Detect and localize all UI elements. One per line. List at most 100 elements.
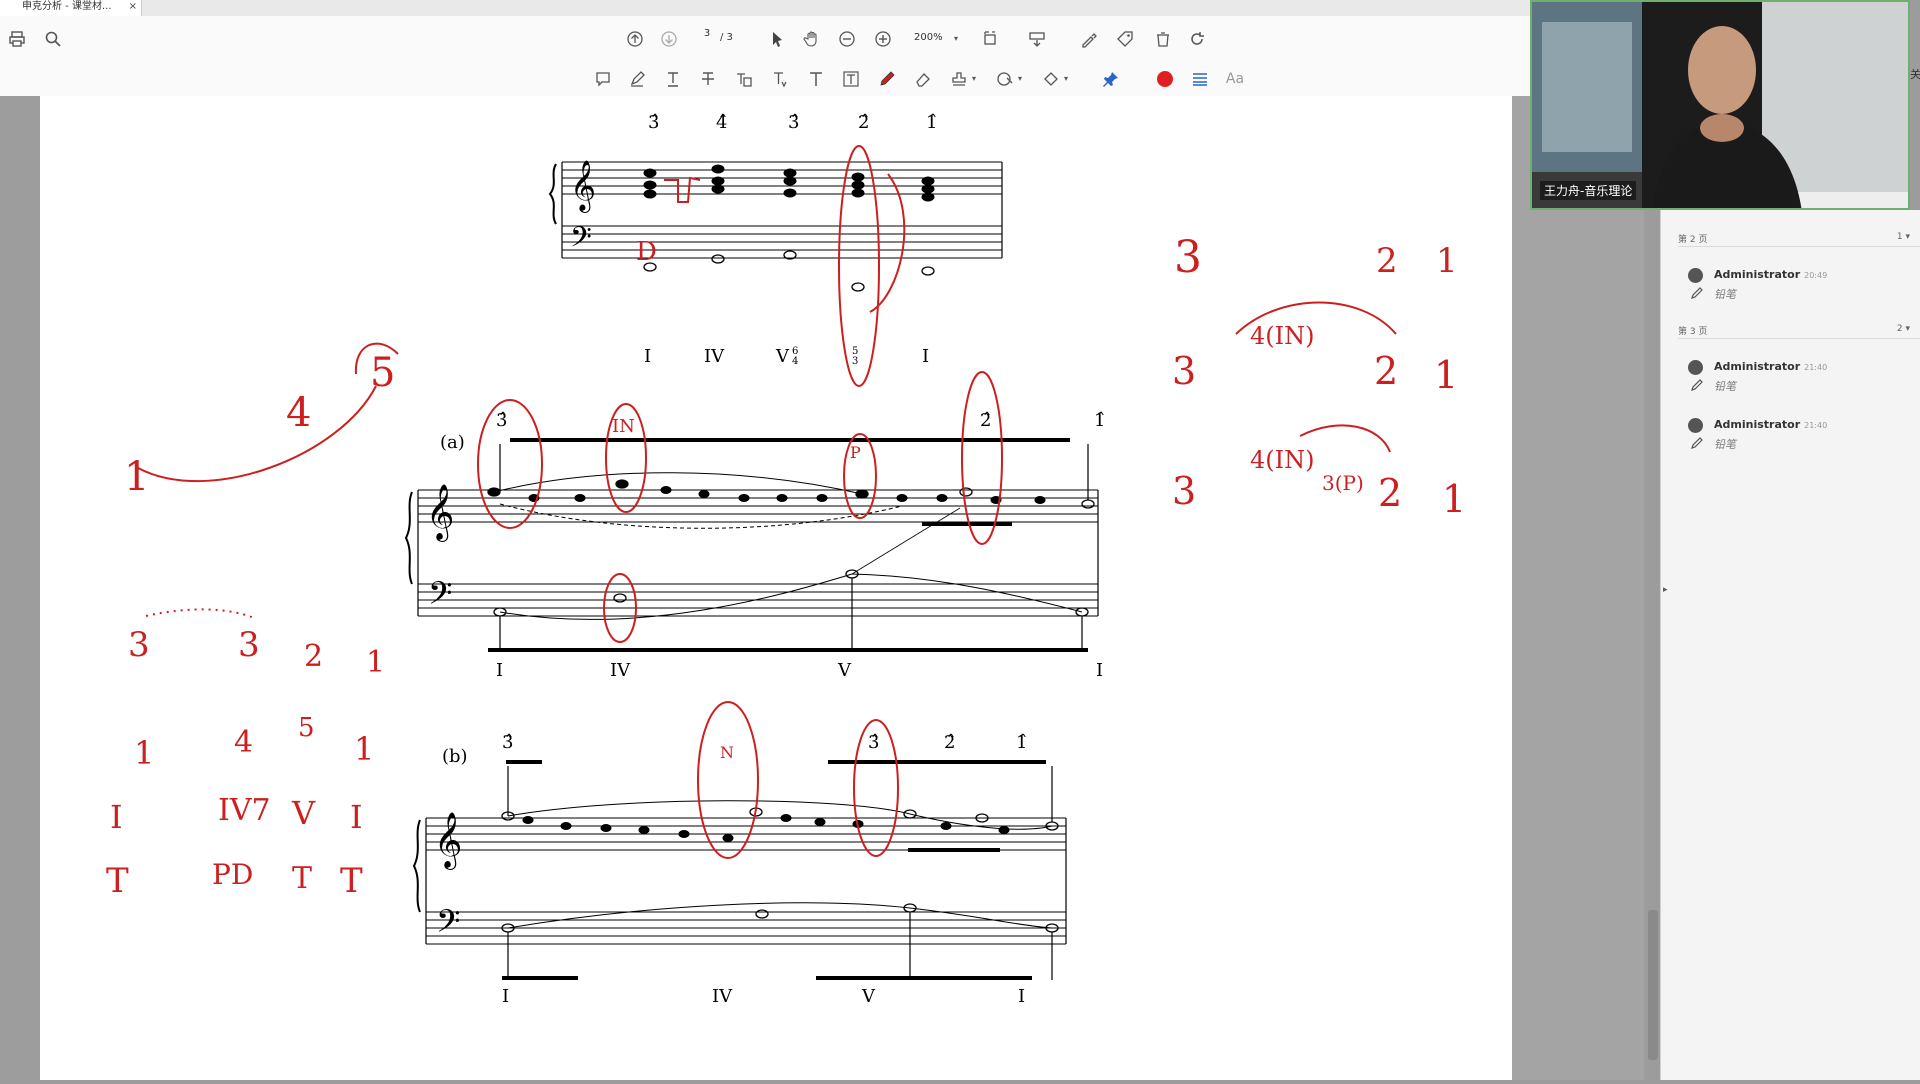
degree-label: 2̂	[980, 410, 991, 431]
roman-numeral: IV	[704, 346, 725, 367]
ink-text: 2	[1376, 241, 1398, 281]
vertical-scrollbar[interactable]	[1648, 910, 1658, 1060]
comment-type: 铅笔	[1714, 438, 1736, 451]
pencil-icon[interactable]	[876, 68, 898, 90]
pencil-icon	[1691, 437, 1703, 449]
comment-icon[interactable]	[592, 68, 614, 90]
zoom-in-icon[interactable]	[872, 28, 894, 50]
comment-type: 铅笔	[1714, 288, 1736, 301]
comment-item[interactable]: Administrator 20:49 铅笔	[1688, 268, 1918, 304]
webcam-feed[interactable]: 王力舟-音乐理论	[1530, 0, 1910, 210]
system-3-hollow-notes	[501, 766, 1059, 980]
sign-icon[interactable]	[1078, 28, 1100, 50]
comment-time: 21:40	[1804, 363, 1828, 372]
ink-text: IV7	[218, 793, 271, 828]
hand-tool-icon[interactable]	[801, 28, 823, 50]
page-number-input[interactable]: 3	[694, 28, 720, 48]
select-arrow-icon[interactable]	[766, 28, 788, 50]
collapse-panel-icon[interactable]: ▸	[1663, 585, 1668, 595]
text-field-icon[interactable]	[840, 68, 862, 90]
document-tab[interactable]: 申克分析 - 课堂材... ×	[0, 0, 142, 16]
zoom-search-icon[interactable]	[42, 28, 64, 50]
degree-label: 1̂	[1094, 410, 1105, 431]
score-canvas: 𝄞 𝄢 𝄞 𝄢 𝄞 𝄢 3̂ 4̂ 3̂ 2̂ 1̂ I IV V I 6 4 …	[106, 112, 1466, 1007]
roman-numeral: I	[1096, 660, 1103, 681]
roman-numeral: I	[644, 346, 651, 367]
ink-text: PD	[212, 858, 253, 891]
system-2-staves	[404, 438, 1099, 652]
text-insert-icon[interactable]	[769, 68, 791, 90]
user-avatar-icon	[1688, 418, 1703, 433]
ink-text: 1	[354, 730, 374, 768]
roman-numeral: IV	[610, 660, 631, 681]
bass-clef-icon: 𝄢	[570, 221, 592, 261]
ink-text: 4	[234, 725, 253, 760]
trash-icon[interactable]	[1152, 28, 1174, 50]
system-2-hollow-notes	[487, 444, 1095, 652]
comment-section-page2[interactable]: 第 2 页 1 ▾	[1678, 232, 1920, 247]
user-avatar-icon	[1688, 360, 1703, 375]
pencil-icon	[1691, 287, 1703, 299]
line-width-icon[interactable]	[1189, 68, 1211, 90]
degree-label: 3̂	[496, 410, 507, 431]
text-box-icon[interactable]	[733, 68, 755, 90]
strikethrough-text-icon[interactable]	[697, 68, 719, 90]
next-page-icon[interactable]	[658, 28, 680, 50]
ink-text: 1	[1442, 477, 1466, 521]
comment-type: 铅笔	[1714, 380, 1736, 393]
example-label: (a)	[440, 432, 465, 453]
degree-label: 3̂	[502, 732, 513, 753]
refresh-icon[interactable]	[1186, 28, 1208, 50]
ink-text: 3	[1172, 469, 1196, 513]
stamp-icon[interactable]	[948, 68, 970, 90]
comment-author: Administrator	[1714, 360, 1801, 373]
tab-close-icon[interactable]: ×	[129, 0, 137, 14]
attach-icon[interactable]	[994, 68, 1016, 90]
ink-text: 2	[1378, 471, 1402, 515]
zoom-dropdown-icon[interactable]: ▾	[954, 34, 958, 43]
previous-page-icon[interactable]	[624, 28, 646, 50]
comment-author: Administrator	[1714, 418, 1801, 431]
highlight-icon[interactable]	[626, 68, 648, 90]
font-icon[interactable]: Aa	[1224, 68, 1246, 90]
comment-item[interactable]: Administrator 21:40 铅笔	[1688, 418, 1918, 454]
stamp-dropdown-icon[interactable]: ▾	[972, 74, 976, 83]
comment-item[interactable]: Administrator 21:40 铅笔	[1688, 360, 1918, 396]
ink-text: 5	[298, 713, 315, 743]
scroll-mode-icon[interactable]	[1026, 28, 1048, 50]
ink-text: T	[340, 861, 363, 901]
zoom-level[interactable]: 200%	[914, 32, 943, 43]
figured-bass: 4	[792, 356, 798, 367]
roman-numeral: I	[502, 986, 509, 1007]
tag-icon[interactable]	[1114, 28, 1136, 50]
shape-dropdown-icon[interactable]: ▾	[1064, 74, 1068, 83]
treble-clef-icon: 𝄞	[434, 812, 462, 870]
comment-time: 20:49	[1804, 271, 1828, 280]
document-page[interactable]: 𝄞 𝄢 𝄞 𝄢 𝄞 𝄢 3̂ 4̂ 3̂ 2̂ 1̂ I IV V I 6 4 …	[40, 96, 1512, 1080]
edge-label[interactable]: 关	[1910, 66, 1920, 82]
annotation-toolbar: ▾ ▾ ▾ Aa	[0, 62, 1530, 97]
roman-numeral: I	[496, 660, 503, 681]
ink-text: P	[850, 443, 861, 462]
ink-text: 4(IN)	[1250, 322, 1314, 350]
degree-label: 4̂	[716, 112, 727, 133]
roman-numeral: IV	[712, 986, 733, 1007]
comment-section-page3[interactable]: 第 3 页 2 ▾	[1678, 324, 1920, 339]
eraser-icon[interactable]	[912, 68, 934, 90]
underline-text-icon[interactable]	[662, 68, 684, 90]
ink-text: 3(P)	[1322, 471, 1364, 495]
fit-page-icon[interactable]	[980, 28, 1002, 50]
bass-clef-icon: 𝄢	[436, 903, 460, 947]
pin-icon[interactable]	[1100, 68, 1122, 90]
ink-text: 4(IN)	[1250, 446, 1314, 474]
attach-dropdown-icon[interactable]: ▾	[1018, 74, 1022, 83]
print-icon[interactable]	[6, 28, 28, 50]
shape-icon[interactable]	[1040, 68, 1062, 90]
comment-time: 21:40	[1804, 421, 1828, 430]
zoom-out-icon[interactable]	[836, 28, 858, 50]
user-avatar-icon	[1688, 268, 1703, 283]
color-swatch-icon[interactable]	[1154, 68, 1176, 90]
ink-text: 3	[1174, 232, 1202, 283]
add-text-icon[interactable]	[805, 68, 827, 90]
ink-text: I	[110, 798, 123, 836]
